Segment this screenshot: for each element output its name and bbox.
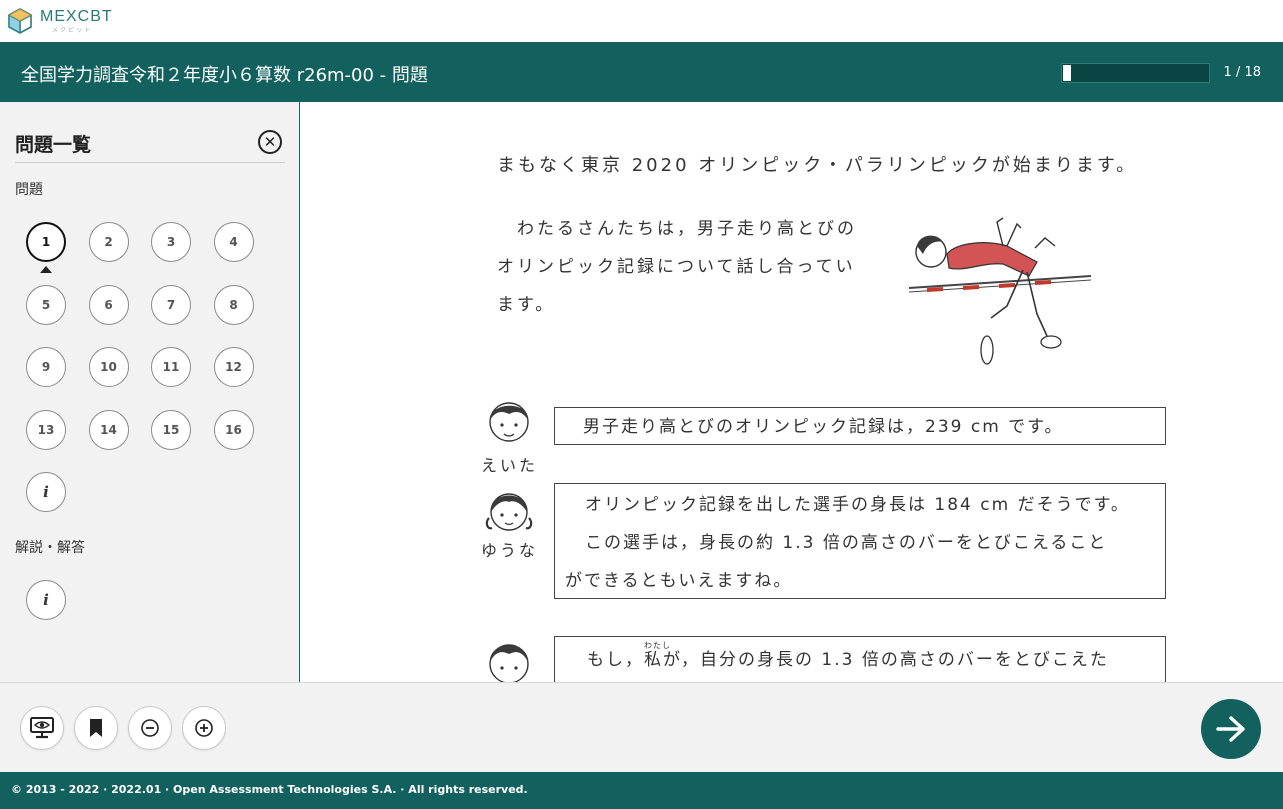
- question-button-14[interactable]: 14: [88, 409, 129, 450]
- question-button-3[interactable]: 3: [151, 222, 191, 262]
- panel-divider: [15, 162, 285, 163]
- explanation-section-label: 解説・解答: [15, 540, 85, 556]
- screen-eye-icon: [30, 717, 54, 739]
- panel-title: 問題一覧: [15, 134, 92, 156]
- explanation-info-button[interactable]: i: [26, 580, 66, 620]
- test-title: 全国学力調査令和２年度小６算数 r26m-00 - 問題: [21, 65, 428, 86]
- girl-avatar-icon: [485, 493, 533, 531]
- speech-box: オリンピック記録を出した選手の身長は 184 cm だそうです。 この選手は，身…: [554, 483, 1166, 599]
- ruby-word: わたし私: [644, 641, 670, 679]
- arrow-right-icon: [1216, 716, 1245, 742]
- question-content: まもなく東京 2020 オリンピック・パラリンピックが始まります。 わたるさんた…: [301, 102, 1283, 682]
- brand-sub: メクビット: [52, 27, 93, 34]
- brand-name: MEXCBT: [40, 8, 113, 25]
- speech-box: 男子走り高とびのオリンピック記録は，239 cm です。: [554, 407, 1166, 445]
- info-icon: i: [43, 591, 49, 609]
- zoom-in-icon: [195, 719, 213, 737]
- question-button-16[interactable]: 16: [213, 409, 254, 450]
- question-button-9[interactable]: 9: [26, 347, 66, 387]
- speech-line: ができるともいえますね。: [565, 571, 793, 591]
- question-button-15[interactable]: 15: [151, 409, 191, 450]
- footer: © 2013 - 2022 · 2022.01 · Open Assessmen…: [0, 772, 1283, 809]
- ruby-reading: わたし: [644, 641, 671, 650]
- close-panel-button[interactable]: ✕: [258, 130, 282, 154]
- question-button-1[interactable]: 1: [26, 222, 66, 262]
- speech-text: が，自分の身長の 1.3 倍の高さのバーをとびこえた: [663, 650, 1109, 670]
- mexcbt-logo-icon: [8, 8, 32, 34]
- paragraph-line: わたるさんたちは，男子走り高とびの: [517, 219, 857, 239]
- speech-box: もし， わたし 私が，自分の身長の 1.3 倍の高さのバーをとびこえた: [554, 636, 1166, 682]
- copyright-text: © 2013 - 2022 · 2022.01 · Open Assessmen…: [11, 783, 528, 796]
- bottom-toolbar: [0, 682, 1283, 772]
- bookmark-icon: [90, 719, 102, 737]
- info-icon: i: [43, 483, 49, 501]
- questions-section-label: 問題: [15, 182, 43, 198]
- paragraph-line: ます。: [497, 295, 556, 315]
- brand-bar: MEXCBT メクビット: [0, 0, 1283, 42]
- question-info-button[interactable]: i: [26, 472, 66, 512]
- progress-bar: [1061, 63, 1210, 83]
- boy-avatar-icon: [489, 402, 529, 442]
- intro-paragraph: わたるさんたちは，男子走り高とびの オリンピック記録について話し合ってい ます。: [497, 210, 857, 324]
- speech-text: もし，: [587, 650, 644, 670]
- paragraph-line: オリンピック記録について話し合ってい: [497, 257, 856, 277]
- question-button-5[interactable]: 5: [26, 284, 66, 325]
- boy-avatar-icon: [489, 644, 529, 682]
- speaker-name: えいた: [481, 456, 539, 475]
- zoom-in-button[interactable]: [182, 706, 226, 750]
- question-list-panel: 問題一覧 ✕ 問題 1 2 3 4 5 6 7 8 9 10 11 12 13 14 15 16 i 解説・解…: [0, 102, 300, 682]
- question-button-2[interactable]: 2: [88, 222, 129, 262]
- speech-line: オリンピック記録を出した選手の身長は 184 cm だそうです。: [585, 495, 1130, 515]
- high-jumper-illustration: [908, 217, 1092, 365]
- question-button-10[interactable]: 10: [88, 347, 129, 387]
- question-button-11[interactable]: 11: [151, 347, 191, 387]
- progress-fill: [1063, 65, 1071, 81]
- question-button-12[interactable]: 12: [213, 347, 254, 387]
- next-question-button[interactable]: [1201, 699, 1261, 759]
- close-circle-icon: ✕: [263, 132, 277, 151]
- active-question-marker: [40, 266, 52, 273]
- intro-text: まもなく東京 2020 オリンピック・パラリンピックが始まります。: [497, 155, 1138, 176]
- title-bar: 全国学力調査令和２年度小６算数 r26m-00 - 問題 1 / 18: [0, 42, 1283, 102]
- zoom-out-button[interactable]: [128, 706, 172, 750]
- question-button-4[interactable]: 4: [213, 222, 254, 262]
- speaker-name: ゆうな: [481, 541, 539, 560]
- question-button-6[interactable]: 6: [88, 284, 129, 325]
- speech-line: この選手は，身長の約 1.3 倍の高さのバーをとびこえること: [585, 533, 1108, 553]
- zoom-out-icon: [141, 719, 159, 737]
- question-button-7[interactable]: 7: [151, 284, 191, 325]
- speech-line: もし， わたし 私が，自分の身長の 1.3 倍の高さのバーをとびこえた: [587, 641, 1155, 679]
- question-button-8[interactable]: 8: [213, 284, 254, 325]
- question-button-13[interactable]: 13: [26, 409, 66, 450]
- screen-reader-button[interactable]: [20, 706, 64, 750]
- app-root: MEXCBT メクビット 全国学力調査令和２年度小６算数 r26m-00 - 問…: [0, 0, 1283, 809]
- question-counter: 1 / 18: [1223, 65, 1261, 80]
- bookmark-button[interactable]: [74, 706, 118, 750]
- speech-line: 男子走り高とびのオリンピック記録は，239 cm です。: [583, 417, 1064, 437]
